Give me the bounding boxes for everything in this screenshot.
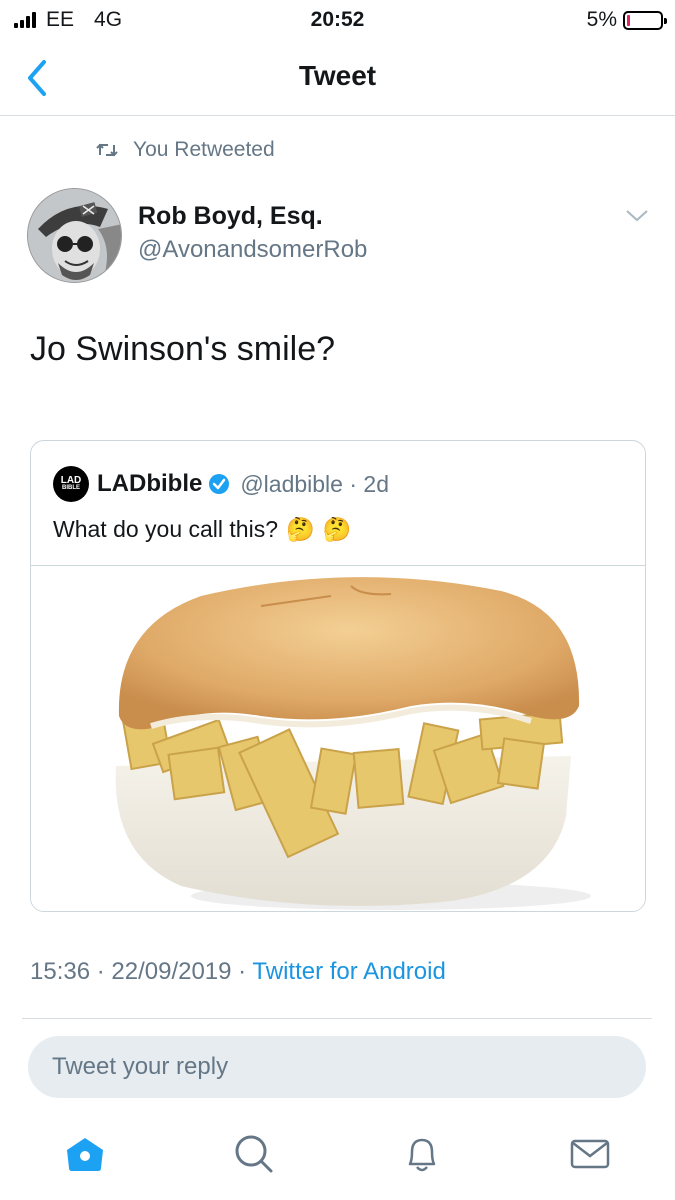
- tweet-source-link[interactable]: Twitter for Android: [252, 958, 445, 985]
- page-title: Tweet: [298, 60, 377, 91]
- status-right: 5%: [586, 8, 667, 32]
- tab-notifications[interactable]: [400, 1132, 444, 1176]
- tab-home[interactable]: [63, 1132, 107, 1176]
- logo-text-bottom: BIBLE: [62, 485, 80, 491]
- quoted-tweet-header: LAD BIBLE LADbible @ladbible · 2d: [53, 466, 389, 502]
- thinking-face-emoji: 🤔: [286, 516, 315, 542]
- status-bar: EE 4G 20:52 5%: [0, 0, 675, 40]
- tab-bar: [0, 1120, 675, 1200]
- battery-percent: 5%: [586, 8, 617, 31]
- avatar-illustration: [28, 189, 121, 282]
- battery-level: [627, 14, 630, 26]
- logo-text-top: LAD: [60, 475, 82, 486]
- chevron-down-icon: [626, 210, 648, 222]
- quoted-tweet-image[interactable]: [31, 565, 645, 911]
- reply-placeholder: Tweet your reply: [52, 1053, 229, 1080]
- quoted-tweet-text-row: What do you call this? 🤔 🤔: [53, 516, 351, 543]
- quoted-tweet-text: What do you call this?: [53, 516, 279, 542]
- envelope-icon: [570, 1139, 610, 1169]
- battery-icon: [623, 10, 667, 30]
- nav-header: Tweet: [0, 40, 675, 116]
- verified-badge-icon: [209, 474, 230, 494]
- retweet-label: You Retweeted: [133, 138, 275, 161]
- status-time: 20:52: [310, 8, 365, 31]
- author-name[interactable]: Rob Boyd, Esq.: [138, 202, 323, 231]
- divider: [22, 1018, 652, 1019]
- tweet-text: Jo Swinson's smile?: [30, 330, 336, 368]
- search-icon: [235, 1135, 273, 1173]
- quoted-author-handle: @ladbible · 2d: [240, 470, 389, 497]
- tweet-meta: 15:36 · 22/09/2019 · Twitter for Android: [30, 958, 446, 986]
- chip-butty-image: [115, 577, 591, 910]
- quoted-tweet[interactable]: LAD BIBLE LADbible @ladbible · 2d What d…: [30, 440, 646, 912]
- reply-input[interactable]: Tweet your reply: [28, 1036, 646, 1098]
- retweet-context: You Retweeted: [95, 138, 275, 162]
- retweet-icon: [96, 143, 118, 157]
- author-handle[interactable]: @AvonandsomerRob: [138, 236, 367, 264]
- avatar[interactable]: [27, 188, 122, 283]
- bell-icon: [408, 1138, 436, 1172]
- ladbible-logo: LAD BIBLE: [53, 466, 89, 502]
- tab-search[interactable]: [232, 1132, 276, 1176]
- tweet-timestamp: 15:36 · 22/09/2019 ·: [30, 958, 253, 985]
- tab-messages[interactable]: [568, 1132, 612, 1176]
- tweet-options-button[interactable]: [624, 208, 650, 229]
- quoted-author-name: LADbible: [97, 470, 203, 497]
- thinking-face-emoji: 🤔: [322, 516, 352, 542]
- home-icon: [67, 1138, 103, 1171]
